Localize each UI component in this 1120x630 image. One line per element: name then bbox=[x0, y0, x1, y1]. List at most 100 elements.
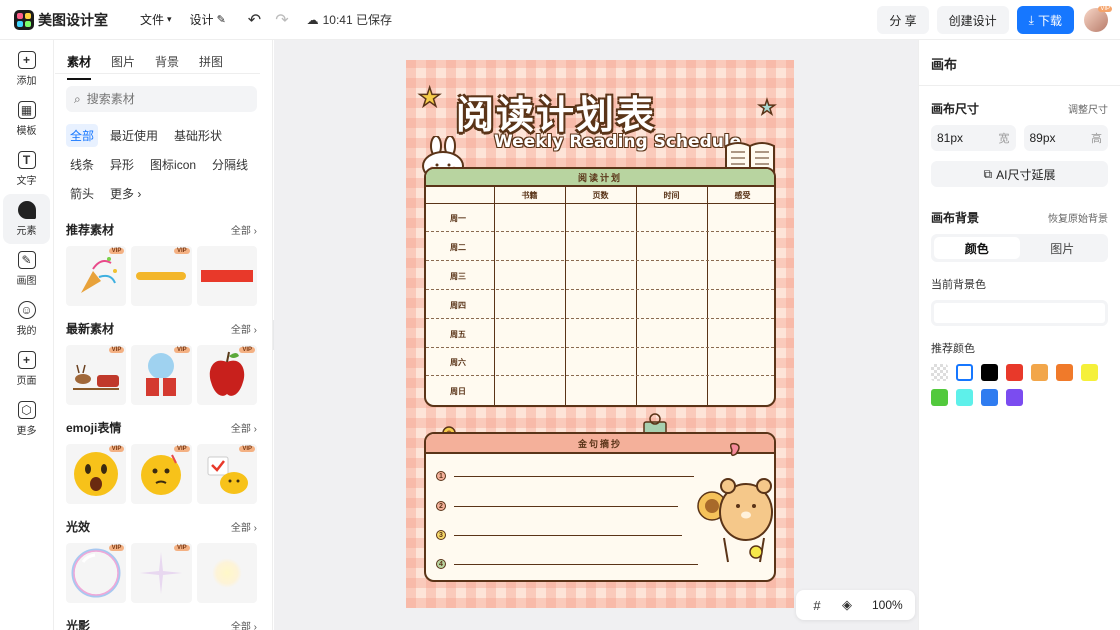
restore-bg-link[interactable]: 恢复原始背景 bbox=[1048, 210, 1108, 225]
see-all-link[interactable]: 全部 › bbox=[231, 222, 257, 237]
tab-backgrounds[interactable]: 背景 bbox=[155, 53, 179, 73]
section-latest: 最新素材 全部 › VIP VIP VIP bbox=[55, 320, 272, 405]
quote-line[interactable]: 4 bbox=[436, 558, 706, 570]
vip-badge: VIP bbox=[108, 347, 125, 353]
color-swatch[interactable] bbox=[1006, 389, 1023, 406]
poster-canvas[interactable]: ★ ★ 阅读计划表 Weekly Reading Schedule 阅读计划 书… bbox=[406, 60, 794, 608]
asset-thumb-glow[interactable] bbox=[196, 543, 257, 603]
asset-thumb-red-rect[interactable] bbox=[196, 246, 257, 306]
asset-thumb-yellow-stroke[interactable]: VIP bbox=[131, 246, 192, 306]
rail-label: 元素 bbox=[16, 226, 37, 237]
share-button[interactable]: 分 享 bbox=[877, 6, 929, 34]
chip-recent[interactable]: 最近使用 bbox=[106, 124, 162, 147]
canvas-bg-label: 画布背景 bbox=[931, 211, 980, 225]
quote-number: 2 bbox=[436, 501, 446, 511]
color-swatch[interactable] bbox=[1006, 364, 1023, 381]
bg-color-tab[interactable]: 颜色 bbox=[934, 237, 1020, 259]
asset-thumb-sleigh[interactable]: VIP bbox=[66, 345, 127, 405]
rail-item-page[interactable]: + 页面 bbox=[0, 344, 53, 394]
color-swatch[interactable] bbox=[1031, 364, 1048, 381]
layers-icon[interactable]: ◈ bbox=[834, 597, 860, 613]
rail-item-add[interactable]: + 添加 bbox=[0, 44, 53, 94]
undo-icon[interactable]: ↶ bbox=[248, 10, 261, 30]
zoom-level[interactable]: 100% bbox=[864, 598, 907, 612]
shocked-face-icon bbox=[74, 452, 119, 496]
rail-item-text[interactable]: T 文字 bbox=[0, 144, 53, 194]
tab-collage[interactable]: 拼图 bbox=[199, 53, 223, 73]
chip-more[interactable]: 更多 › bbox=[106, 182, 145, 205]
color-swatch[interactable] bbox=[956, 364, 973, 381]
section-title: 光影 bbox=[66, 619, 91, 630]
chip-irregular[interactable]: 异形 bbox=[106, 153, 138, 176]
chip-all[interactable]: 全部 bbox=[66, 124, 99, 147]
canvas-area[interactable]: ★ ★ 阅读计划表 Weekly Reading Schedule 阅读计划 书… bbox=[274, 40, 918, 630]
asset-thumb-emoji-thinking[interactable]: VIP bbox=[131, 444, 192, 504]
asset-thumb-party-popper[interactable]: VIP bbox=[66, 246, 127, 306]
asset-thumb-snowglobe[interactable]: VIP bbox=[131, 345, 192, 405]
color-swatch[interactable] bbox=[1056, 364, 1073, 381]
tab-images[interactable]: 图片 bbox=[111, 53, 135, 73]
rail-label: 页面 bbox=[16, 376, 37, 387]
red-rectangle bbox=[200, 270, 253, 282]
grid-icon[interactable]: # bbox=[804, 598, 830, 613]
chip-basic-shapes[interactable]: 基础形状 bbox=[170, 124, 226, 147]
underline bbox=[454, 535, 682, 536]
color-swatch[interactable] bbox=[1081, 364, 1098, 381]
rail-item-more[interactable]: ⬡ 更多 bbox=[0, 394, 53, 444]
chip-dividers[interactable]: 分隔线 bbox=[208, 153, 252, 176]
quote-line[interactable]: 2 bbox=[436, 500, 706, 512]
poster-title[interactable]: 阅读计划表 bbox=[456, 84, 656, 139]
see-all-link[interactable]: 全部 › bbox=[231, 519, 257, 534]
chip-lines[interactable]: 线条 bbox=[66, 153, 98, 176]
height-field[interactable]: 89px 高 bbox=[1023, 125, 1108, 151]
app-logo[interactable]: 美图设计室 bbox=[14, 9, 108, 30]
width-field[interactable]: 81px 宽 bbox=[931, 125, 1016, 151]
column-divider bbox=[707, 187, 708, 405]
asset-thumb-apple[interactable]: VIP bbox=[196, 345, 257, 405]
asset-thumb-sparkle[interactable]: VIP bbox=[131, 543, 192, 603]
file-menu[interactable]: 文件 ▾ bbox=[134, 7, 178, 32]
section-recommended: 推荐素材 全部 › VIP VIP bbox=[55, 221, 272, 306]
download-button[interactable]: ⤓ 下载 bbox=[1016, 6, 1074, 34]
color-swatch[interactable] bbox=[981, 389, 998, 406]
design-menu[interactable]: 设计 ✎ bbox=[184, 7, 232, 32]
rail-item-template[interactable]: ▦ 模板 bbox=[0, 94, 53, 144]
color-swatch[interactable] bbox=[956, 389, 973, 406]
quotes-card[interactable]: 金句摘抄 1 2 3 4 bbox=[424, 432, 776, 582]
current-bg-color-box[interactable] bbox=[931, 300, 1108, 326]
vip-badge: VIP bbox=[108, 446, 125, 452]
resize-link[interactable]: 调整尺寸 bbox=[1068, 101, 1108, 116]
canvas-size-label: 画布尺寸 bbox=[931, 102, 980, 116]
avatar[interactable]: VIP bbox=[1084, 6, 1112, 32]
tab-materials[interactable]: 素材 bbox=[67, 53, 92, 80]
search-box[interactable]: ⌕ bbox=[66, 86, 257, 112]
reading-plan-table[interactable]: 阅读计划 书籍 页数 时间 感受 周一 周二 周三 周四 周五 周六 周日 bbox=[424, 167, 776, 407]
redo-icon[interactable]: ↷ bbox=[275, 10, 288, 30]
color-swatch[interactable] bbox=[981, 364, 998, 381]
brush-icon: ✎ bbox=[17, 251, 36, 269]
bg-image-tab[interactable]: 图片 bbox=[1020, 237, 1106, 259]
see-all-link[interactable]: 全部 › bbox=[231, 420, 257, 435]
vip-badge: VIP bbox=[108, 248, 125, 254]
color-swatch[interactable] bbox=[931, 389, 948, 406]
quote-line[interactable]: 3 bbox=[436, 529, 706, 541]
color-swatch[interactable] bbox=[931, 364, 948, 381]
asset-thumb-emoji-chick[interactable]: VIP bbox=[196, 444, 257, 504]
search-input[interactable] bbox=[86, 92, 237, 106]
quote-line[interactable]: 1 bbox=[436, 470, 706, 482]
rail-item-elements[interactable]: 元素 bbox=[3, 194, 50, 244]
rail-item-mine[interactable]: ☺ 我的 bbox=[0, 294, 53, 344]
rail-item-draw[interactable]: ✎ 画图 bbox=[0, 244, 53, 294]
poster-subtitle[interactable]: Weekly Reading Schedule bbox=[494, 132, 741, 152]
asset-thumb-bubble[interactable]: VIP bbox=[66, 543, 127, 603]
asset-thumb-emoji-shocked[interactable]: VIP bbox=[66, 444, 127, 504]
create-design-button[interactable]: 创建设计 bbox=[936, 6, 1009, 34]
height-unit: 高 bbox=[1091, 133, 1102, 145]
see-all-link[interactable]: 全部 › bbox=[231, 618, 257, 630]
ai-extend-button[interactable]: ⧉ AI尺寸延展 bbox=[931, 161, 1108, 187]
top-bar: 美图设计室 文件 ▾ 设计 ✎ ↶ ↷ ☁ 10:41 已保存 分 享 创建设计 ⤓… bbox=[0, 0, 1120, 40]
plus-square-icon: + bbox=[17, 51, 36, 69]
chip-icons[interactable]: 图标icon bbox=[146, 153, 200, 176]
chip-arrows[interactable]: 箭头 bbox=[66, 182, 98, 205]
see-all-link[interactable]: 全部 › bbox=[231, 321, 257, 336]
